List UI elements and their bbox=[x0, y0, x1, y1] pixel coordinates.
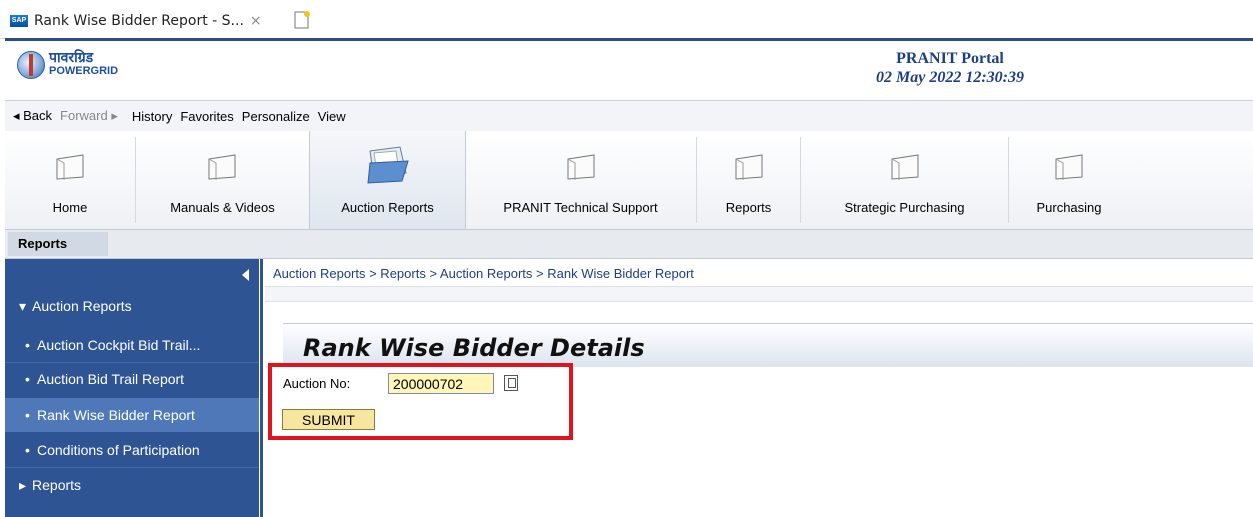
portal-header: पावरग्रिड POWERGRID PRANIT Portal 02 May… bbox=[5, 38, 1253, 103]
folder-icon bbox=[56, 154, 84, 180]
nav-home-label: Home bbox=[52, 200, 88, 215]
sap-logo-icon: SAP bbox=[10, 15, 28, 27]
nav-reports[interactable]: Reports bbox=[697, 131, 800, 229]
browser-tab[interactable]: SAP Rank Wise Bidder Report - S... × bbox=[10, 5, 286, 37]
breadcrumb[interactable]: Auction Reports > Reports > Auction Repo… bbox=[273, 266, 694, 281]
nav-pranit-technical-support-label: PRANIT Technical Support bbox=[503, 200, 658, 215]
content-area: Auction Reports > Reports > Auction Repo… bbox=[260, 259, 1253, 517]
breadcrumb-underline bbox=[265, 286, 1253, 302]
sidebar-group-auction-reports[interactable]: ▾ Auction Reports bbox=[5, 289, 259, 323]
sidebar-item-auction-cockpit-bid-trail[interactable]: Auction Cockpit Bid Trail... bbox=[5, 328, 259, 362]
nav-manuals-videos-label: Manuals & Videos bbox=[170, 200, 275, 215]
folder-icon bbox=[891, 154, 919, 180]
logo-english-text: POWERGRID bbox=[49, 65, 119, 77]
sidebar-item-label: Conditions of Participation bbox=[37, 442, 200, 458]
browser-tab-title: Rank Wise Bidder Report - S... bbox=[34, 13, 244, 29]
secondary-navigation: Reports bbox=[5, 230, 1253, 259]
sidebar-item-auction-bid-trail-report[interactable]: Auction Bid Trail Report bbox=[5, 362, 259, 396]
page-title: Rank Wise Bidder Details bbox=[303, 334, 645, 362]
nav-strategic-purchasing-label: Strategic Purchasing bbox=[844, 200, 965, 215]
back-button[interactable]: ◂ Back bbox=[13, 108, 52, 124]
value-help-icon[interactable] bbox=[504, 375, 518, 391]
sidebar-item-conditions-of-participation[interactable]: Conditions of Participation bbox=[5, 433, 259, 467]
nav-pranit-technical-support[interactable]: PRANIT Technical Support bbox=[465, 131, 696, 229]
view-menu[interactable]: View bbox=[318, 109, 346, 124]
page-title-bar: Rank Wise Bidder Details bbox=[283, 323, 1253, 367]
nav-purchasing-label: Purchasing bbox=[1036, 200, 1102, 215]
nav-auction-reports-label: Auction Reports bbox=[341, 200, 434, 215]
sidebar-item-label: Auction Bid Trail Report bbox=[37, 371, 185, 387]
portal-title: PRANIT Portal bbox=[896, 50, 1004, 67]
folder-icon bbox=[1055, 154, 1083, 180]
personalize-menu[interactable]: Personalize bbox=[242, 109, 310, 124]
new-tab-icon[interactable] bbox=[293, 10, 311, 30]
top-level-navigation: Home Manuals & Videos Auction Reports PR… bbox=[5, 131, 1253, 230]
submit-button[interactable]: SUBMIT bbox=[282, 409, 375, 430]
close-tab-icon[interactable]: × bbox=[250, 13, 262, 29]
sidebar-item-label: Auction Cockpit Bid Trail... bbox=[37, 337, 201, 353]
powergrid-logo: पावरग्रिड POWERGRID bbox=[17, 51, 118, 79]
chevron-right-icon: ▸ bbox=[19, 477, 27, 493]
history-menu[interactable]: History bbox=[132, 109, 172, 124]
portal-info: PRANIT Portal 02 May 2022 12:30:39 bbox=[845, 50, 1055, 87]
auction-number-input[interactable] bbox=[389, 374, 497, 393]
folder-icon bbox=[567, 154, 595, 180]
logo-hindi-text: पावरग्रिड bbox=[49, 50, 94, 66]
portal-datetime: 02 May 2022 12:30:39 bbox=[876, 69, 1024, 86]
nav-purchasing[interactable]: Purchasing bbox=[1009, 131, 1129, 229]
history-nav-bar: ◂ Back Forward ▸ History Favorites Perso… bbox=[5, 100, 1253, 132]
browser-tab-strip: SAP Rank Wise Bidder Report - S... × bbox=[0, 0, 1253, 39]
open-folder-icon bbox=[367, 146, 409, 184]
sidebar-group-reports[interactable]: ▸ Reports bbox=[5, 468, 259, 502]
chevron-down-icon: ▾ bbox=[19, 298, 27, 314]
collapse-sidebar-icon[interactable] bbox=[242, 269, 249, 281]
nav-strategic-purchasing[interactable]: Strategic Purchasing bbox=[801, 131, 1008, 229]
sidebar-group-label: Reports bbox=[32, 477, 82, 493]
auction-number-label: Auction No: bbox=[283, 376, 351, 391]
forward-button[interactable]: Forward ▸ bbox=[60, 108, 118, 124]
favorites-menu[interactable]: Favorites bbox=[180, 109, 233, 124]
sidebar-item-rank-wise-bidder-report[interactable]: Rank Wise Bidder Report bbox=[5, 398, 259, 432]
sidebar-group-label: Auction Reports bbox=[32, 298, 132, 314]
auction-number-field-wrapper bbox=[388, 373, 497, 394]
subtab-reports[interactable]: Reports bbox=[8, 232, 108, 256]
sidebar-item-label: Rank Wise Bidder Report bbox=[37, 407, 195, 423]
nav-manuals-videos[interactable]: Manuals & Videos bbox=[136, 131, 309, 229]
nav-auction-reports[interactable]: Auction Reports bbox=[309, 131, 466, 229]
nav-reports-label: Reports bbox=[725, 200, 772, 215]
nav-home[interactable]: Home bbox=[5, 131, 135, 229]
folder-icon bbox=[735, 154, 763, 180]
globe-logo-icon bbox=[17, 51, 45, 79]
detailed-navigation-sidebar: ▾ Auction Reports Auction Cockpit Bid Tra… bbox=[5, 259, 259, 517]
folder-icon bbox=[208, 154, 236, 180]
